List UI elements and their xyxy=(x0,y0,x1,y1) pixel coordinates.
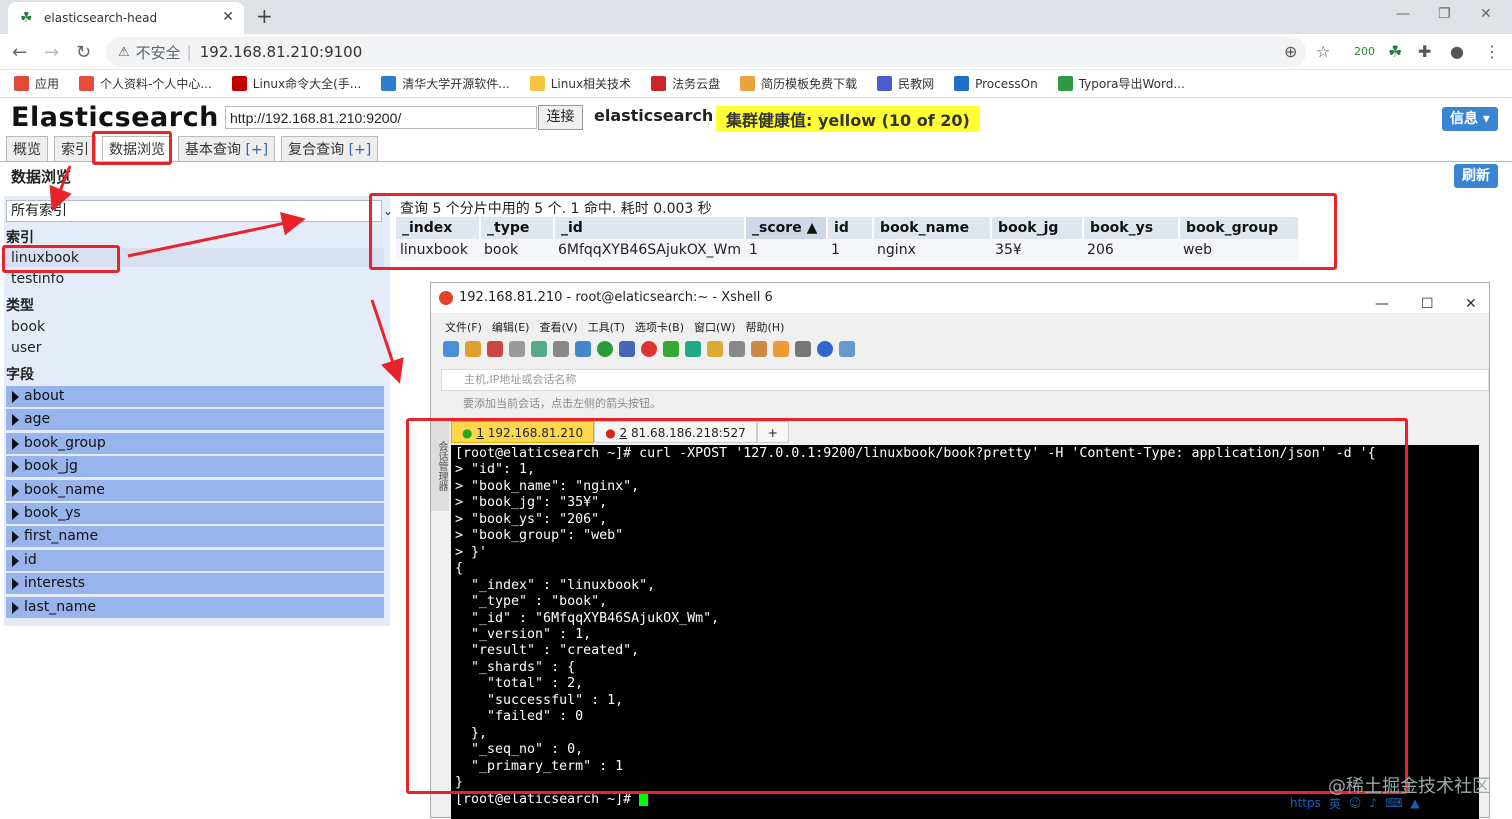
ime-indicator[interactable]: 英 xyxy=(1329,795,1341,812)
shirt-icon[interactable]: ▲ xyxy=(1410,796,1419,810)
emoji-icon[interactable]: ☺ xyxy=(1349,796,1362,810)
system-tray: https 英 ☺ ♪ ⌨ ▲ xyxy=(1290,792,1512,814)
tray-url-text: https xyxy=(1290,796,1321,810)
mic-icon[interactable]: ♪ xyxy=(1369,796,1377,810)
annotation-arrows xyxy=(49,165,404,384)
keyboard-tray-icon[interactable]: ⌨ xyxy=(1385,796,1402,810)
